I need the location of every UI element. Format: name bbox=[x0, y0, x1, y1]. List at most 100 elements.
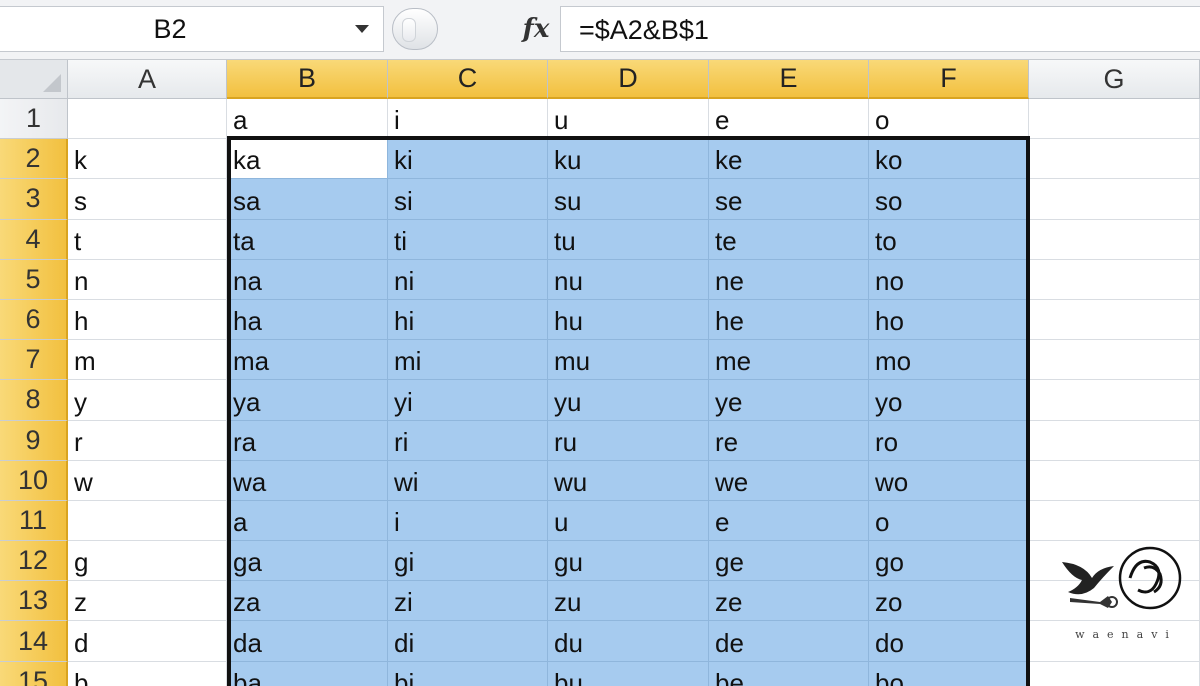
cell-c14[interactable]: di bbox=[388, 621, 548, 662]
cell-f2[interactable]: ko bbox=[869, 139, 1029, 180]
cell-d10[interactable]: wu bbox=[548, 460, 709, 501]
cell-b1[interactable]: a bbox=[227, 99, 388, 140]
row-header-8[interactable]: 8 bbox=[0, 380, 68, 421]
cell-g7[interactable] bbox=[1029, 340, 1200, 381]
cell-e3[interactable]: se bbox=[709, 179, 869, 220]
cell-a5[interactable]: n bbox=[68, 259, 227, 300]
row-header-15[interactable]: 15 bbox=[0, 661, 68, 686]
cell-a7[interactable]: m bbox=[68, 340, 227, 381]
cell-c10[interactable]: wi bbox=[388, 460, 548, 501]
cell-b7[interactable]: ma bbox=[227, 340, 388, 381]
cell-a4[interactable]: t bbox=[68, 219, 227, 260]
cell-g8[interactable] bbox=[1029, 380, 1200, 421]
cell-g3[interactable] bbox=[1029, 179, 1200, 220]
cell-b5[interactable]: na bbox=[227, 259, 388, 300]
column-header-c[interactable]: C bbox=[388, 60, 548, 99]
formula-bar-resize-handle[interactable] bbox=[392, 8, 438, 50]
cell-g5[interactable] bbox=[1029, 259, 1200, 300]
cell-c15[interactable]: bi bbox=[388, 661, 548, 686]
cell-f6[interactable]: ho bbox=[869, 299, 1029, 341]
cell-c12[interactable]: gi bbox=[388, 541, 548, 582]
cell-d14[interactable]: du bbox=[548, 621, 709, 662]
cell-e8[interactable]: ye bbox=[709, 380, 869, 421]
cell-f3[interactable]: so bbox=[869, 179, 1029, 220]
cell-b14[interactable]: da bbox=[227, 621, 388, 662]
cell-e14[interactable]: de bbox=[709, 621, 869, 662]
cell-g10[interactable] bbox=[1029, 460, 1200, 501]
cell-c11[interactable]: i bbox=[388, 500, 548, 542]
column-header-b[interactable]: B bbox=[227, 60, 388, 99]
cell-b11[interactable]: a bbox=[227, 500, 388, 542]
row-header-14[interactable]: 14 bbox=[0, 621, 68, 662]
cell-d8[interactable]: yu bbox=[548, 380, 709, 421]
cell-b6[interactable]: ha bbox=[227, 299, 388, 341]
column-header-d[interactable]: D bbox=[548, 60, 709, 99]
cell-d7[interactable]: mu bbox=[548, 340, 709, 381]
column-header-e[interactable]: E bbox=[709, 60, 869, 99]
column-header-f[interactable]: F bbox=[869, 60, 1029, 99]
cell-b10[interactable]: wa bbox=[227, 460, 388, 501]
cell-d13[interactable]: zu bbox=[548, 581, 709, 622]
row-header-12[interactable]: 12 bbox=[0, 541, 68, 582]
row-header-2[interactable]: 2 bbox=[0, 139, 68, 180]
cell-f10[interactable]: wo bbox=[869, 460, 1029, 501]
cell-f8[interactable]: yo bbox=[869, 380, 1029, 421]
cell-b15[interactable]: ba bbox=[227, 661, 388, 686]
cell-e13[interactable]: ze bbox=[709, 581, 869, 622]
cell-d11[interactable]: u bbox=[548, 500, 709, 542]
cell-c3[interactable]: si bbox=[388, 179, 548, 220]
cell-c6[interactable]: hi bbox=[388, 299, 548, 341]
cell-e1[interactable]: e bbox=[709, 99, 869, 140]
cell-c5[interactable]: ni bbox=[388, 259, 548, 300]
cell-g6[interactable] bbox=[1029, 299, 1200, 341]
chevron-down-icon[interactable] bbox=[355, 25, 369, 33]
cell-f4[interactable]: to bbox=[869, 219, 1029, 260]
cell-e6[interactable]: he bbox=[709, 299, 869, 341]
cell-d12[interactable]: gu bbox=[548, 541, 709, 582]
row-header-5[interactable]: 5 bbox=[0, 259, 68, 300]
cell-d5[interactable]: nu bbox=[548, 259, 709, 300]
row-header-4[interactable]: 4 bbox=[0, 219, 68, 260]
cell-g4[interactable] bbox=[1029, 219, 1200, 260]
column-header-g[interactable]: G bbox=[1029, 60, 1200, 99]
cell-d4[interactable]: tu bbox=[548, 219, 709, 260]
cell-a14[interactable]: d bbox=[68, 621, 227, 662]
cell-e11[interactable]: e bbox=[709, 500, 869, 542]
cell-c8[interactable]: yi bbox=[388, 380, 548, 421]
cell-b8[interactable]: ya bbox=[227, 380, 388, 421]
cell-a15[interactable]: b bbox=[68, 661, 227, 686]
cell-e2[interactable]: ke bbox=[709, 139, 869, 180]
cell-b12[interactable]: ga bbox=[227, 541, 388, 582]
cell-f9[interactable]: ro bbox=[869, 420, 1029, 461]
cell-b3[interactable]: sa bbox=[227, 179, 388, 220]
cell-f7[interactable]: mo bbox=[869, 340, 1029, 381]
cell-d15[interactable]: bu bbox=[548, 661, 709, 686]
cell-d2[interactable]: ku bbox=[548, 139, 709, 180]
cell-b2[interactable]: ka bbox=[227, 139, 388, 180]
cell-b13[interactable]: za bbox=[227, 581, 388, 622]
cell-c4[interactable]: ti bbox=[388, 219, 548, 260]
cell-e5[interactable]: ne bbox=[709, 259, 869, 300]
row-header-11[interactable]: 11 bbox=[0, 500, 68, 542]
cell-c9[interactable]: ri bbox=[388, 420, 548, 461]
cell-e12[interactable]: ge bbox=[709, 541, 869, 582]
select-all-corner[interactable] bbox=[0, 60, 68, 99]
insert-function-icon[interactable]: fx bbox=[516, 8, 556, 50]
cell-e15[interactable]: be bbox=[709, 661, 869, 686]
formula-input[interactable]: =$A2&B$1 bbox=[560, 6, 1200, 52]
cell-f1[interactable]: o bbox=[869, 99, 1029, 140]
cell-a10[interactable]: w bbox=[68, 460, 227, 501]
row-header-10[interactable]: 10 bbox=[0, 460, 68, 501]
cell-e9[interactable]: re bbox=[709, 420, 869, 461]
cell-g15[interactable] bbox=[1029, 661, 1200, 686]
cell-e4[interactable]: te bbox=[709, 219, 869, 260]
cell-a1[interactable] bbox=[68, 99, 227, 140]
cell-a8[interactable]: y bbox=[68, 380, 227, 421]
row-header-3[interactable]: 3 bbox=[0, 179, 68, 220]
cell-g2[interactable] bbox=[1029, 139, 1200, 180]
row-header-7[interactable]: 7 bbox=[0, 340, 68, 381]
cell-a9[interactable]: r bbox=[68, 420, 227, 461]
column-header-a[interactable]: A bbox=[68, 60, 227, 99]
cell-g9[interactable] bbox=[1029, 420, 1200, 461]
row-header-6[interactable]: 6 bbox=[0, 299, 68, 341]
